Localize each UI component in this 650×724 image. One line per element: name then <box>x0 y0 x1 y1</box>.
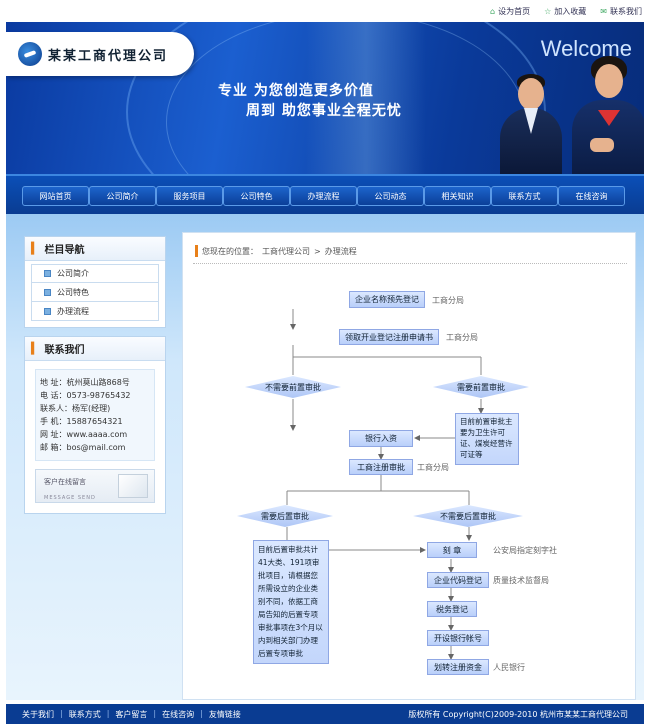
breadcrumb-current: 办理流程 <box>324 246 357 256</box>
company-name: 某某工商代理公司 <box>48 48 169 64</box>
footer-link-friends[interactable]: 友情链接 <box>209 709 241 720</box>
home-icon: ⌂ <box>490 7 496 16</box>
step-note: 工商分局 <box>417 463 449 472</box>
contact-email: 邮 箱：bos@mail.com <box>40 443 126 452</box>
nav-item-process[interactable]: 办理流程 <box>290 186 357 206</box>
footer-link-message[interactable]: 客户留言 <box>115 709 147 720</box>
breadcrumb-home-link[interactable]: 工商代理公司 <box>262 246 310 257</box>
online-message-button[interactable]: 客户在线留言 MESSAGE SEND <box>35 469 155 503</box>
step-note: 公安局指定刻字社 <box>493 546 557 555</box>
logo-icon <box>18 42 42 66</box>
message-pen-icon <box>118 474 148 498</box>
copyright: 版权所有 Copyright(C)2009-2010 杭州市某某工商代理公司 <box>408 710 628 719</box>
pre-approval-details: 目前前置审批主要为卫生许可证、煤炭经营许可证等 <box>455 413 519 465</box>
square-icon <box>44 270 51 277</box>
nav-item-features[interactable]: 公司特色 <box>223 186 290 206</box>
sidebar: ▍ 栏目导航 公司简介 公司特色 办理流程 ▍ 联系我们 地 址：杭州莫山路868号… <box>24 236 166 522</box>
step-business-registration: 工商注册审批 <box>349 459 413 475</box>
star-icon: ☆ <box>544 7 552 16</box>
square-icon <box>44 307 51 315</box>
add-favorite-link[interactable]: ☆ 加入收藏 <box>544 6 586 17</box>
nav-item-consult[interactable]: 在线咨询 <box>558 186 625 206</box>
decision-need-post-approval: 需要后置审批 <box>237 505 333 527</box>
nav-item-contact[interactable]: 联系方式 <box>491 186 558 206</box>
step-note: 质量技术监督局 <box>493 576 549 585</box>
footer-link-consult[interactable]: 在线咨询 <box>162 709 194 720</box>
nav-item-home[interactable]: 网站首页 <box>22 186 89 206</box>
female-staff-image <box>572 50 644 174</box>
sidebar-contact-box: ▍ 联系我们 地 址：杭州莫山路868号 电 话：0573-98765432 联系… <box>24 336 166 514</box>
top-bar: ⌂ 设为首页 ☆ 加入收藏 ✉ 联系我们 <box>0 0 650 22</box>
header-banner: 某某工商代理公司 Welcome 专业 为您创造更多价值 周到 助您事业全程无忧 <box>6 22 644 174</box>
sidebar-nav-title: 栏目导航 <box>44 245 85 256</box>
slogan-line-1: 专业 为您创造更多价值 <box>218 83 374 99</box>
step-note: 工商分局 <box>446 333 478 342</box>
decision-no-pre-approval: 不需要前置审批 <box>245 376 341 398</box>
footer: 关于我们 | 联系方式 | 客户留言 | 在线咨询 | 友情链接 版权所有 Copyri… <box>6 704 644 724</box>
step-org-code: 企业代码登记 <box>427 572 489 588</box>
contact-title: 联系我们 <box>44 345 85 356</box>
decision-no-post-approval: 不需要后置审批 <box>413 505 523 527</box>
decision-need-pre-approval: 需要前置审批 <box>433 376 529 398</box>
footer-links: 关于我们 | 联系方式 | 客户留言 | 在线咨询 | 友情链接 <box>22 709 241 720</box>
contact-phone: 电 话：0573-98765432 <box>40 391 131 400</box>
nav-item-news[interactable]: 公司动态 <box>357 186 424 206</box>
breadcrumb: 您现在的位置： 工商代理公司 > 办理流程 <box>195 245 357 257</box>
male-staff-image <box>500 64 562 174</box>
contact-address: 地 址：杭州莫山路868号 <box>40 378 130 387</box>
footer-link-about[interactable]: 关于我们 <box>22 709 54 720</box>
step-bank-deposit: 银行入资 <box>349 430 413 447</box>
step-capital-transfer: 划转注册资金 <box>427 659 489 675</box>
step-seal: 刻 章 <box>427 542 477 558</box>
contact-person: 联系人：杨军(经理) <box>40 404 111 413</box>
contact-us-link[interactable]: ✉ 联系我们 <box>600 6 642 17</box>
breadcrumb-divider <box>193 263 627 264</box>
main-content: 您现在的位置： 工商代理公司 > 办理流程 企业名称预先登记 工商分局 领取开业… <box>182 232 636 700</box>
contact-mobile: 手 机：15887654321 <box>40 417 123 426</box>
step-tax-registration: 税务登记 <box>427 601 477 617</box>
main-nav: 网站首页 公司简介 服务项目 公司特色 办理流程 公司动态 相关知识 联系方式 … <box>6 174 644 214</box>
sidebar-item-about[interactable]: 公司简介 <box>31 264 159 283</box>
square-icon <box>44 288 51 296</box>
top-links: ⌂ 设为首页 ☆ 加入收藏 ✉ 联系我们 <box>490 6 642 17</box>
breadcrumb-marker <box>195 245 198 257</box>
bullet-icon: ▍ <box>31 342 40 355</box>
mail-icon: ✉ <box>600 7 607 16</box>
post-approval-details: 目前后置审批共计41大类、191项审批项目，请根据您所需设立的企业类别不同，依据… <box>253 540 329 664</box>
footer-link-contact[interactable]: 联系方式 <box>69 709 101 720</box>
nav-item-about[interactable]: 公司简介 <box>89 186 156 206</box>
nav-item-knowledge[interactable]: 相关知识 <box>424 186 491 206</box>
sidebar-nav-box: ▍ 栏目导航 公司简介 公司特色 办理流程 <box>24 236 166 328</box>
slogan-line-2: 周到 助您事业全程无忧 <box>246 103 402 119</box>
contact-website: 网 址：www.aaaa.com <box>40 430 128 439</box>
step-note: 工商分局 <box>432 296 464 305</box>
step-bank-account: 开设银行帐号 <box>427 630 489 646</box>
contact-info: 地 址：杭州莫山路868号 电 话：0573-98765432 联系人：杨军(经… <box>35 369 155 461</box>
bullet-icon: ▍ <box>31 242 40 255</box>
step-name-registration: 企业名称预先登记 <box>349 291 425 308</box>
set-homepage-link[interactable]: ⌂ 设为首页 <box>490 6 530 17</box>
company-logo[interactable]: 某某工商代理公司 <box>6 32 194 76</box>
sidebar-item-features[interactable]: 公司特色 <box>31 283 159 302</box>
step-note: 人民银行 <box>493 663 525 672</box>
step-get-application: 领取开业登记注册申请书 <box>339 329 439 345</box>
sidebar-item-process[interactable]: 办理流程 <box>31 302 159 321</box>
nav-item-services[interactable]: 服务项目 <box>156 186 223 206</box>
